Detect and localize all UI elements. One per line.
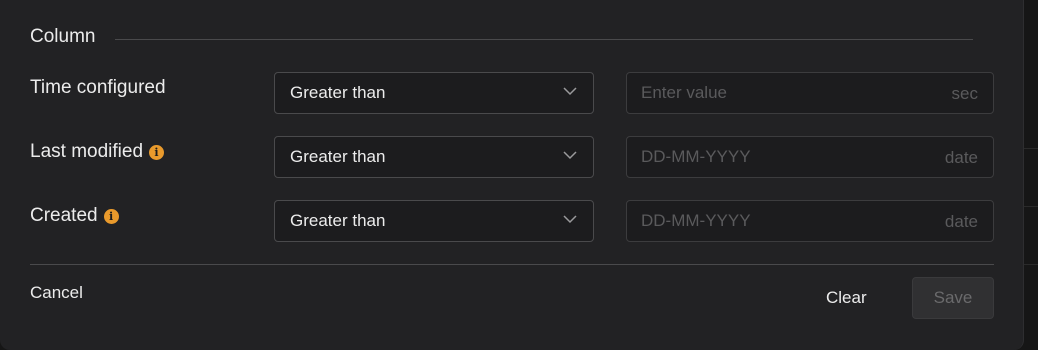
value-input[interactable] (627, 73, 927, 113)
unit-label: sec (951, 84, 978, 103)
operator-select[interactable]: Greater than (274, 72, 594, 114)
chevron-down-icon (563, 87, 577, 96)
value-field: sec (626, 72, 994, 114)
row-label-text: Last modified (30, 141, 144, 162)
filter-panel: Column Time configured Greater than sec … (0, 0, 1024, 350)
chevron-down-icon (563, 151, 577, 160)
operator-select[interactable]: Greater than (274, 200, 594, 242)
row-label-text: Time configured (30, 77, 166, 98)
date-field: date (626, 136, 994, 178)
row-label: Last modified i (30, 141, 165, 163)
operator-select-value: Greater than (290, 211, 386, 230)
save-button[interactable]: Save (912, 277, 994, 319)
info-icon[interactable]: i (103, 208, 119, 224)
cancel-button[interactable]: Cancel (30, 283, 83, 303)
clear-button[interactable]: Clear (826, 288, 867, 308)
chevron-down-icon (563, 215, 577, 224)
filter-row-last-modified: Last modified i Greater than date (0, 136, 1024, 178)
section-header: Column (30, 26, 973, 48)
row-label-text: Created (30, 205, 98, 226)
date-field: date (626, 200, 994, 242)
unit-label: date (944, 148, 978, 167)
section-divider (115, 38, 973, 40)
operator-select-value: Greater than (290, 83, 386, 102)
filter-row-created: Created i Greater than date (0, 200, 1024, 242)
operator-select-value: Greater than (290, 147, 386, 166)
date-input[interactable] (627, 137, 927, 177)
row-label: Created i (30, 205, 119, 227)
operator-select[interactable]: Greater than (274, 136, 594, 178)
footer-divider (30, 264, 994, 265)
unit-label: date (944, 212, 978, 231)
date-input[interactable] (627, 201, 927, 241)
info-icon[interactable]: i (149, 144, 165, 160)
section-title: Column (30, 26, 96, 47)
filter-row-time-configured: Time configured Greater than sec (0, 72, 1024, 114)
row-label: Time configured (30, 77, 166, 99)
